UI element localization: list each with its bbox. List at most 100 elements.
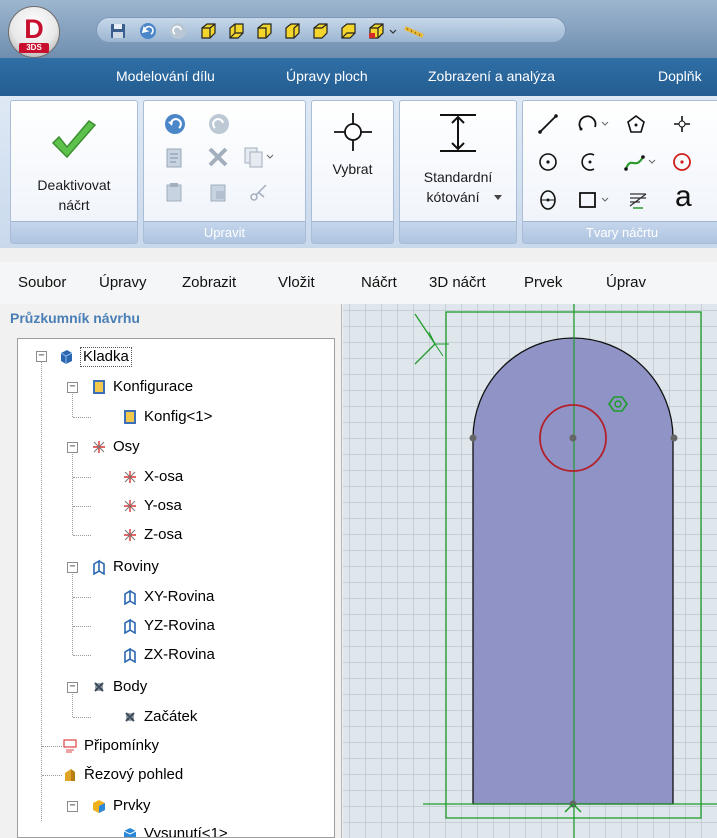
hatch-tool-icon[interactable] — [627, 189, 649, 211]
cube-front-icon[interactable] — [199, 22, 217, 40]
tab-view-analysis[interactable]: Zobrazení a analýza — [428, 68, 555, 84]
tree-line — [73, 626, 91, 627]
sketch-profile[interactable] — [472, 337, 674, 805]
group-label-dimension — [400, 221, 516, 243]
group-select: Vybrat — [311, 100, 394, 244]
menu-insert[interactable]: Vložit — [278, 274, 315, 291]
tree-label: YZ-Rovina — [144, 617, 215, 634]
logo-subtext: 3DS — [19, 43, 49, 53]
menu-modify[interactable]: Úprav — [606, 274, 646, 291]
ellipse-tool-icon[interactable] — [537, 189, 559, 211]
tree-label: Roviny — [113, 558, 159, 575]
paste-special-icon[interactable] — [208, 181, 228, 203]
redo-icon[interactable] — [169, 22, 187, 40]
menu-sketch[interactable]: Náčrt — [361, 274, 397, 291]
group-edit: Upravit — [143, 100, 306, 244]
group-label-select — [312, 221, 393, 243]
tree-label: Začátek — [144, 708, 198, 725]
menu-edit[interactable]: Úpravy — [99, 274, 147, 291]
paste-icon[interactable] — [164, 181, 184, 203]
cube-back-icon[interactable] — [227, 22, 245, 40]
deactivate-label-1: Deaktivovat — [37, 177, 111, 193]
delete-icon[interactable] — [206, 145, 230, 169]
tree-label: Kladka — [80, 347, 132, 367]
tab-surface-edit[interactable]: Úpravy ploch — [286, 68, 368, 84]
tree-label: Z-osa — [144, 526, 183, 543]
cube-bottom-icon[interactable] — [339, 22, 357, 40]
spline-tool-icon[interactable] — [623, 151, 659, 173]
cube-left-icon[interactable] — [255, 22, 273, 40]
menu-view[interactable]: Zobrazit — [182, 274, 236, 291]
sketch-point[interactable] — [469, 434, 477, 442]
tab-addons[interactable]: Doplňk — [658, 68, 702, 84]
properties-icon[interactable] — [164, 147, 184, 169]
tree-label: Konfigurace — [113, 378, 194, 395]
tree-label: Y-osa — [144, 497, 182, 514]
polygon-tool-icon[interactable] — [625, 113, 647, 135]
section-view-icon — [65, 769, 75, 781]
collapse-toggle[interactable]: − — [67, 442, 78, 453]
configuration-icon — [93, 380, 105, 394]
save-icon[interactable] — [109, 22, 127, 40]
line-tool-icon[interactable] — [537, 113, 559, 135]
group-label-edit: Upravit — [144, 221, 305, 243]
deactivate-sketch-button[interactable]: Deaktivovat náčrt — [11, 101, 137, 221]
dimension-label-1: Standardní — [423, 169, 493, 185]
menu-3d-sketch[interactable]: 3D náčrt — [429, 274, 486, 291]
cube-top-icon[interactable] — [311, 22, 329, 40]
standard-dimension-button[interactable]: Standardní kótování — [400, 101, 516, 221]
collapse-toggle[interactable]: − — [36, 351, 47, 362]
copy-dropdown-icon[interactable] — [242, 145, 274, 169]
ribbon-panel: Deaktivovat náčrt Upravit Vybrat Standar… — [0, 96, 717, 248]
deactivate-label-2: náčrt — [58, 197, 90, 213]
arc-center-tool-icon[interactable] — [579, 151, 601, 173]
tree-label: Body — [113, 678, 148, 695]
notes-icon — [63, 739, 77, 753]
tree-label: Vysunutí<1> — [144, 825, 228, 838]
cube-iso-icon[interactable] — [367, 22, 385, 40]
collapse-toggle[interactable]: − — [67, 682, 78, 693]
tree-line — [73, 597, 91, 598]
checkmark-icon — [51, 120, 97, 159]
tree-label: ZX-Rovina — [144, 646, 215, 663]
tree-line — [73, 417, 91, 418]
arc-tool-icon[interactable] — [577, 113, 611, 135]
sketch-point[interactable] — [569, 434, 577, 442]
collapse-toggle[interactable]: − — [67, 801, 78, 812]
undo-icon[interactable] — [164, 113, 186, 135]
sketch-point[interactable] — [670, 434, 678, 442]
point-tool-icon[interactable] — [671, 113, 693, 135]
chevron-down-icon[interactable] — [388, 22, 398, 40]
circle-tool-icon[interactable] — [537, 151, 559, 173]
app-logo-button[interactable]: D 3DS — [8, 6, 60, 58]
tree-label: Osy — [113, 438, 140, 455]
ribbon-tab-bar: Modelování dílu Úpravy ploch Zobrazení a… — [0, 58, 717, 96]
point-icon — [125, 712, 135, 722]
dimension-icon — [440, 114, 476, 152]
text-tool-button[interactable]: a — [675, 181, 692, 213]
measure-ruler-icon[interactable] — [403, 22, 427, 40]
sketch-canvas[interactable] — [343, 304, 717, 838]
rectangle-tool-icon[interactable] — [577, 189, 613, 211]
select-button[interactable]: Vybrat — [312, 101, 393, 221]
undo-icon[interactable] — [139, 22, 157, 40]
cube-right-icon[interactable] — [283, 22, 301, 40]
menu-feature[interactable]: Prvek — [524, 274, 562, 291]
chevron-down-icon — [494, 195, 502, 200]
cut-icon[interactable] — [248, 181, 270, 203]
features-icon — [93, 800, 105, 813]
panel-title: Průzkumník návrhu — [10, 310, 140, 326]
collapse-toggle[interactable]: − — [67, 562, 78, 573]
group-label-exit — [11, 221, 137, 243]
logo-letter: D — [24, 14, 44, 44]
tree-line — [72, 567, 73, 655]
circle-red-tool-icon[interactable] — [671, 151, 693, 173]
axis-icon — [124, 500, 136, 512]
tab-part-modeling[interactable]: Modelování dílu — [116, 68, 215, 84]
collapse-toggle[interactable]: − — [67, 382, 78, 393]
axis-icon — [124, 529, 136, 541]
menu-file[interactable]: Soubor — [18, 274, 66, 291]
redo-icon[interactable] — [208, 113, 230, 135]
tree-line — [73, 535, 91, 536]
tree-line — [73, 655, 91, 656]
